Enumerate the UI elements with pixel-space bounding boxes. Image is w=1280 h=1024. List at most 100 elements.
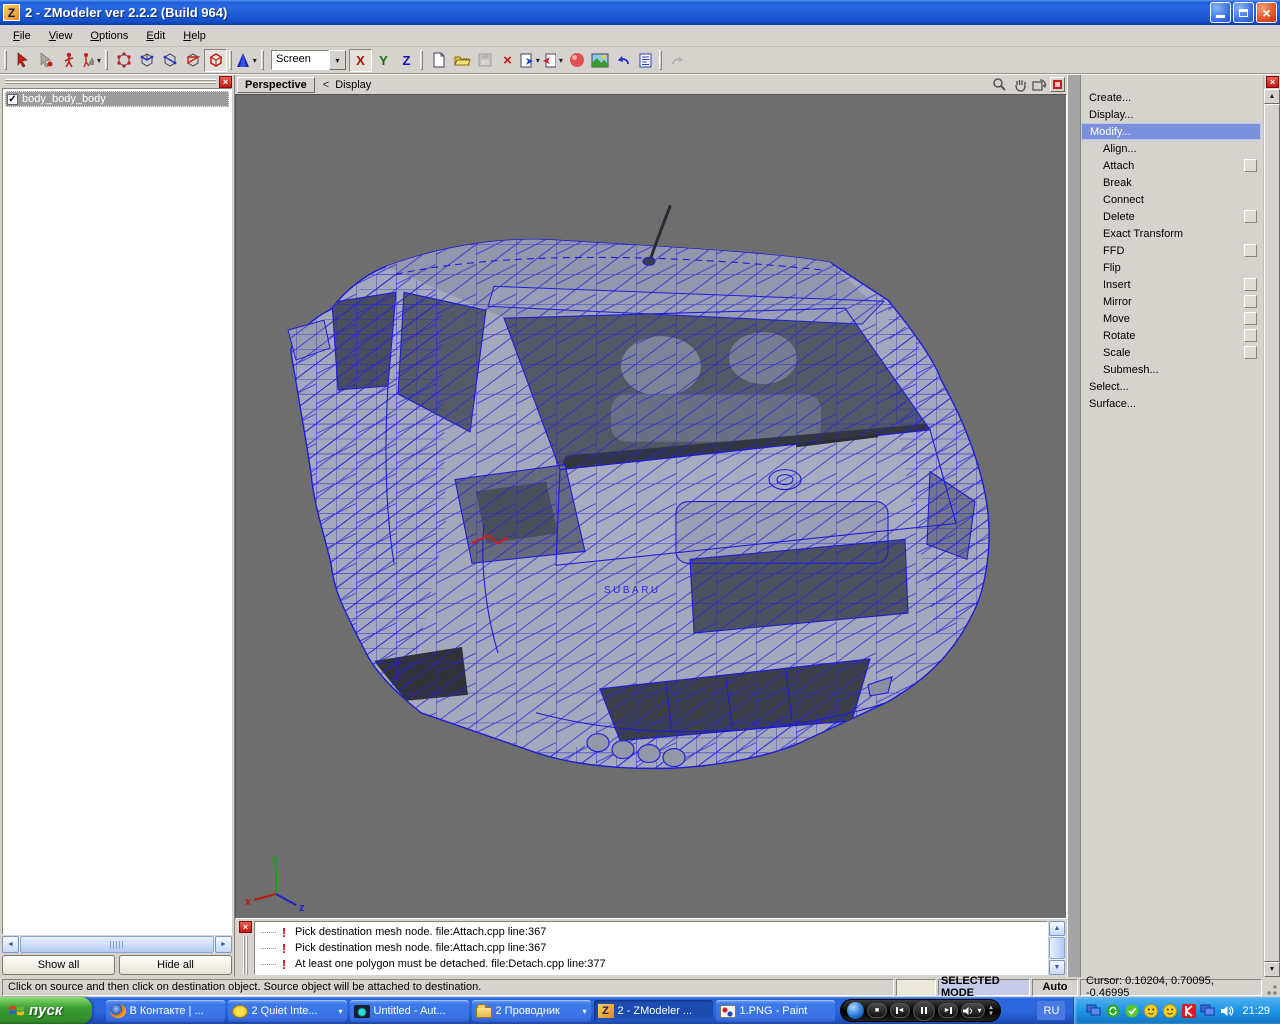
zoom-tool-button[interactable] <box>990 77 1008 93</box>
menu-view[interactable]: View <box>40 27 82 45</box>
export-button[interactable]: ▾ <box>542 49 565 72</box>
menu-edit[interactable]: Edit <box>137 27 174 45</box>
network-icon[interactable] <box>1086 1003 1101 1018</box>
toolbar-grip[interactable] <box>659 50 662 70</box>
command-panel-scrollbar[interactable]: × ▲ ▼ <box>1263 75 1280 977</box>
display-menu-label[interactable]: Display <box>335 79 371 91</box>
panel-item-flip[interactable]: Flip <box>1081 259 1261 276</box>
next-button[interactable]: ► <box>938 1003 958 1018</box>
panel-item-modify[interactable]: Modify... <box>1081 123 1261 140</box>
scroll-right-button[interactable]: ► <box>215 936 232 953</box>
kaspersky-icon[interactable] <box>1181 1003 1196 1018</box>
toggle-box[interactable] <box>1244 278 1257 291</box>
toolbar-grip[interactable] <box>229 50 232 70</box>
panel-item-align[interactable]: Align... <box>1081 140 1261 157</box>
close-button[interactable]: × <box>1256 2 1277 23</box>
panel-item-scale[interactable]: Scale <box>1081 344 1261 361</box>
import-button[interactable]: ▾ <box>519 49 542 72</box>
scroll-thumb[interactable] <box>20 936 214 953</box>
edge-mode-button[interactable] <box>135 49 158 72</box>
restore-button[interactable] <box>1233 2 1254 23</box>
show-all-button[interactable]: Show all <box>2 955 115 975</box>
volume-button[interactable]: ▾ <box>961 1003 985 1018</box>
open-file-button[interactable] <box>450 49 473 72</box>
combo-arrow-icon[interactable]: ▾ <box>329 50 346 70</box>
panel-item-mirror[interactable]: Mirror <box>1081 293 1261 310</box>
panel-grip[interactable] <box>5 79 216 84</box>
panel-item-move[interactable]: Move <box>1081 310 1261 327</box>
taskbar-button-folder[interactable]: 2 Проводник▾ <box>472 1000 591 1022</box>
panel-item-rotate[interactable]: Rotate <box>1081 327 1261 344</box>
panel-item-break[interactable]: Break <box>1081 174 1261 191</box>
primitives-button[interactable]: ▾ <box>236 49 259 72</box>
volume-icon[interactable] <box>1219 1003 1234 1018</box>
menu-help[interactable]: Help <box>174 27 215 45</box>
log-grip[interactable] <box>243 936 248 975</box>
visibility-checkbox[interactable]: ✓ <box>7 94 18 105</box>
clock[interactable]: 21:29 <box>1242 1005 1270 1017</box>
panel-item-create[interactable]: Create... <box>1081 89 1261 106</box>
start-button[interactable]: пуск <box>0 997 92 1024</box>
orbit-tool-button[interactable] <box>1030 77 1048 93</box>
pan-tool-button[interactable] <box>1010 77 1028 93</box>
scroll-up-button[interactable]: ▲ <box>1264 89 1280 104</box>
figure-tools-button[interactable]: ▾ <box>80 49 103 72</box>
collapse-arrow-icon[interactable]: < <box>323 79 329 91</box>
delete-button[interactable]: × <box>496 49 519 72</box>
axis-y-toggle[interactable]: Y <box>372 49 395 72</box>
language-indicator[interactable]: RU <box>1037 1001 1065 1020</box>
taskbar-button-firefox[interactable]: В Контакте | ... <box>106 1000 225 1022</box>
redo-button[interactable] <box>666 49 689 72</box>
network-icon-2[interactable] <box>1200 1003 1215 1018</box>
toggle-box[interactable] <box>1244 312 1257 325</box>
toggle-box[interactable] <box>1244 244 1257 257</box>
update-icon[interactable] <box>1105 1003 1120 1018</box>
smiley-icon-2[interactable] <box>1162 1003 1177 1018</box>
perspective-viewport[interactable]: SUBARU <box>235 94 1067 919</box>
stop-button[interactable]: ■ <box>867 1003 887 1018</box>
objects-hscrollbar[interactable]: ◄ ► <box>2 936 232 953</box>
texture-browser-button[interactable] <box>588 49 611 72</box>
minimize-button[interactable] <box>1210 2 1231 23</box>
panel-item-attach[interactable]: Attach <box>1081 157 1261 174</box>
band-handle[interactable]: ▲▼ <box>988 1005 994 1017</box>
panel-item-ffd[interactable]: FFD <box>1081 242 1261 259</box>
resize-grip[interactable] <box>1264 982 1278 996</box>
taskbar-button-paint[interactable]: 1.PNG - Paint <box>716 1000 835 1022</box>
taskbar-button-zmodeler[interactable]: Z2 - ZModeler ... <box>594 1000 713 1022</box>
scroll-up-button[interactable]: ▲ <box>1049 921 1065 936</box>
material-editor-button[interactable] <box>565 49 588 72</box>
polygon-mode-button[interactable] <box>181 49 204 72</box>
panel-item-display[interactable]: Display... <box>1081 106 1261 123</box>
axis-x-toggle[interactable]: X <box>349 49 372 72</box>
panel-item-select[interactable]: Select... <box>1081 378 1261 395</box>
previous-button[interactable]: ◄ <box>890 1003 910 1018</box>
axis-z-toggle[interactable]: Z <box>395 49 418 72</box>
scroll-track[interactable] <box>1049 936 1065 960</box>
log-window-button[interactable] <box>634 49 657 72</box>
manipulator-button[interactable] <box>57 49 80 72</box>
toggle-box[interactable] <box>1244 159 1257 172</box>
panel-item-surface[interactable]: Surface... <box>1081 395 1261 412</box>
toolbar-grip[interactable] <box>4 50 7 70</box>
pick-select-button[interactable] <box>11 49 34 72</box>
panel-item-insert[interactable]: Insert <box>1081 276 1261 293</box>
object-mode-button[interactable] <box>204 49 227 72</box>
toggle-box[interactable] <box>1244 329 1257 342</box>
panel-item-connect[interactable]: Connect <box>1081 191 1261 208</box>
face-mode-button[interactable] <box>158 49 181 72</box>
wmp-play-button[interactable] <box>847 1002 864 1019</box>
taskbar-button-max[interactable]: Untitled - Aut... <box>350 1000 469 1022</box>
scroll-down-button[interactable]: ▼ <box>1049 960 1065 975</box>
toolbar-grip[interactable] <box>105 50 108 70</box>
view-mode-dropdown[interactable]: Screen ▾ <box>271 50 346 70</box>
auto-indicator[interactable]: Auto <box>1032 979 1078 996</box>
maximize-viewport-button[interactable] <box>1050 77 1065 92</box>
close-command-panel-button[interactable]: × <box>1266 76 1279 88</box>
menu-file[interactable]: File <box>4 27 40 45</box>
qip-status-icon[interactable] <box>1124 1003 1139 1018</box>
scroll-track[interactable] <box>19 936 215 953</box>
close-log-button[interactable]: × <box>239 921 252 933</box>
taskbar-button-qip[interactable]: 2 Quiet Inte...▾ <box>228 1000 347 1022</box>
object-row-body[interactable]: ✓ body_body_body <box>5 91 229 107</box>
